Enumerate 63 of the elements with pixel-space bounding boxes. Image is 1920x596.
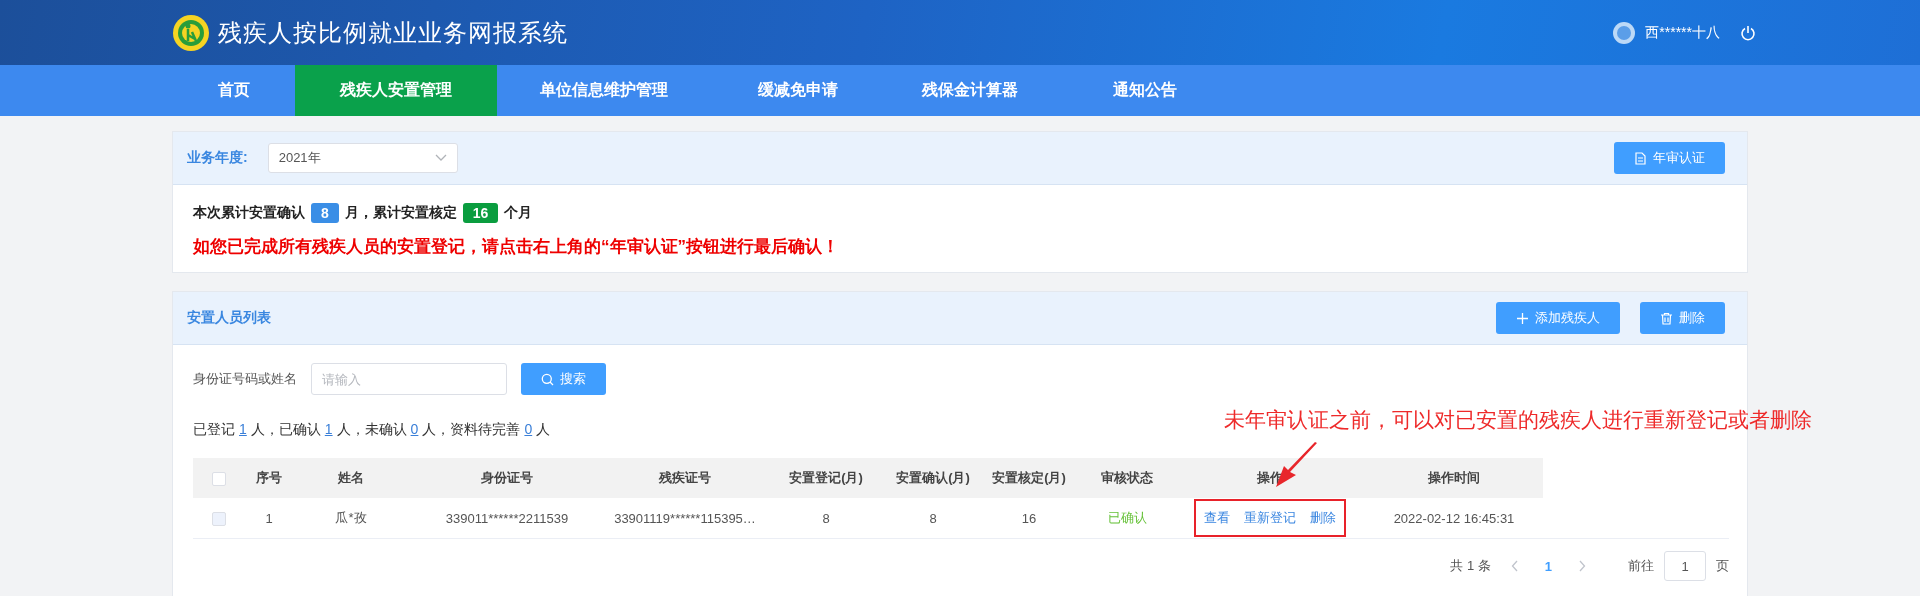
search-button[interactable]: 搜索: [521, 363, 606, 395]
summary-text: 本次累计安置确认: [193, 204, 305, 222]
notice-text: 如您已完成所有残疾人员的安置登记，请点击右上角的“年审认证”按钮进行最后确认！: [193, 236, 840, 258]
count-link[interactable]: 1: [239, 421, 247, 437]
count-link[interactable]: 0: [524, 421, 533, 437]
year-dropdown[interactable]: 2021年: [267, 143, 458, 173]
column-header: 安置确认(月): [896, 470, 970, 485]
trash-icon: [1660, 311, 1673, 325]
column-header: 序号: [256, 470, 282, 485]
annual-review-button[interactable]: 年审认证: [1614, 142, 1725, 174]
count-link[interactable]: 1: [324, 421, 333, 437]
table-cell: 1: [265, 510, 273, 526]
nav-tab[interactable]: 首页: [172, 65, 295, 116]
add-button[interactable]: 添加残疾人: [1496, 302, 1620, 334]
search-field[interactable]: 请输入: [311, 363, 507, 395]
prev-page-icon[interactable]: [1510, 560, 1519, 572]
search-label: 身份证号码或姓名: [193, 370, 297, 388]
approved-count: 16: [462, 203, 499, 223]
list-title: 安置人员列表: [187, 309, 271, 327]
nav-tab[interactable]: 单位信息维护管理: [497, 65, 710, 116]
column-header: 残疾证号: [659, 470, 711, 485]
avatar-icon: [1613, 21, 1636, 44]
table-cell: 2022-02-12 16:45:31: [1393, 510, 1515, 526]
nav-tab[interactable]: 缓减免申请: [710, 65, 885, 116]
table-cell: 16: [1021, 510, 1037, 526]
page-number[interactable]: 1: [1538, 558, 1558, 574]
stats-text: 已登记 1 人，已确认 1 人，未确认 0 人，资料待完善 0 人: [193, 421, 551, 439]
annotation-text: 未年审认证之前，可以对已安置的残疾人进行重新登记或者删除: [1224, 407, 1812, 433]
column-header: 审核状态: [1101, 470, 1153, 485]
logo-icon: [172, 12, 210, 53]
confirmed-count: 8: [311, 203, 339, 223]
column-header: 安置核定(月): [992, 470, 1066, 485]
nav-tab[interactable]: 残保金计算器: [885, 65, 1055, 116]
user-name: 西******十八: [1645, 23, 1720, 42]
summary-text: 月，累计安置核定: [344, 204, 457, 222]
table-cell: 8: [929, 510, 937, 526]
delete-button[interactable]: 删除: [1640, 302, 1725, 334]
table-cell: 339011******2211539: [445, 510, 569, 526]
power-icon[interactable]: [1740, 24, 1756, 41]
next-page-icon[interactable]: [1578, 560, 1586, 572]
count-link[interactable]: 0: [410, 421, 419, 437]
column-header: 身份证号: [481, 470, 533, 485]
column-header: 安置登记(月): [789, 470, 863, 485]
page-suffix: 页: [1716, 557, 1729, 575]
table-cell: 33901119******115395…: [614, 510, 756, 526]
total-count: 共 1 条: [1450, 557, 1491, 575]
search-icon: [541, 372, 554, 386]
column-header: 姓名: [338, 470, 364, 485]
checkbox[interactable]: [212, 471, 226, 486]
app-title: 残疾人按比例就业业务网报系统: [218, 17, 568, 48]
table-cell: 8: [822, 510, 830, 526]
document-icon: [1634, 151, 1647, 165]
summary-text: 个月: [504, 204, 533, 222]
column-header: 操作时间: [1428, 470, 1480, 485]
chevron-down-icon: [434, 154, 447, 162]
status-text: 已确认: [1107, 510, 1147, 525]
page-field[interactable]: 1: [1664, 551, 1706, 581]
year-label: 业务年度:: [187, 149, 248, 167]
nav-tab[interactable]: 残疾人安置管理: [295, 65, 497, 116]
goto-label: 前往: [1628, 557, 1654, 575]
table-cell: 瓜*孜: [335, 510, 367, 525]
nav-tab[interactable]: 通知公告: [1055, 65, 1235, 116]
plus-icon: [1516, 311, 1529, 325]
